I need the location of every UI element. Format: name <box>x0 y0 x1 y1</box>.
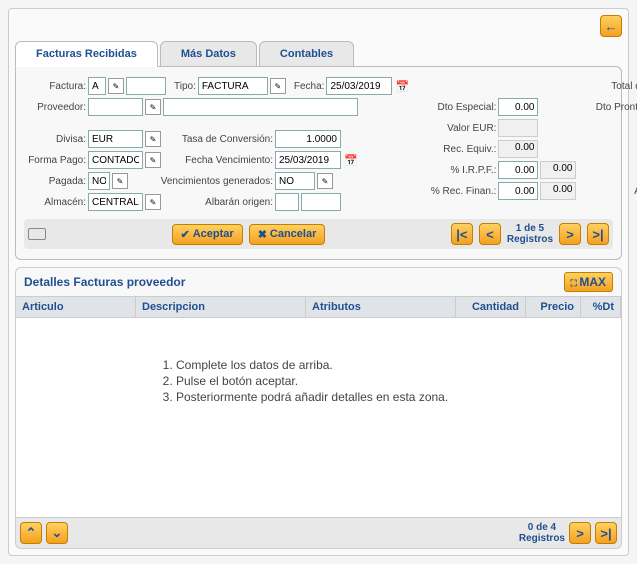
almacen-lookup-icon[interactable]: ✎ <box>145 194 161 210</box>
cancelar-button[interactable]: ✖Cancelar <box>249 224 326 245</box>
factura-serie-input[interactable] <box>88 77 106 95</box>
irpf-label: % I.R.P.F.: <box>420 165 496 176</box>
grid-next-button[interactable]: > <box>569 522 591 544</box>
valoreur-value <box>498 119 538 137</box>
keyboard-icon[interactable] <box>28 228 46 240</box>
recfinan-value: 0.00 <box>540 182 576 200</box>
tab-facturas-recibidas[interactable]: Facturas Recibidas <box>15 41 158 67</box>
tab-contables[interactable]: Contables <box>259 41 354 67</box>
factura-lookup-icon[interactable]: ✎ <box>108 78 124 94</box>
divisa-lookup-icon[interactable]: ✎ <box>145 131 161 147</box>
nav-prev-button[interactable]: < <box>479 223 501 245</box>
detail-title: Detalles Facturas proveedor <box>24 275 185 289</box>
factura-label: Factura: <box>24 81 86 92</box>
recequiv-value: 0.00 <box>498 140 538 158</box>
dtopp-label: Dto Pronto Pago: <box>586 102 637 113</box>
back-button[interactable]: ← <box>600 15 622 37</box>
albaran1-input[interactable] <box>275 193 299 211</box>
pagada-input[interactable] <box>88 172 110 190</box>
divisa-input[interactable] <box>88 130 143 148</box>
col-articulo[interactable]: Articulo <box>16 297 136 317</box>
vencgen-lookup-icon[interactable]: ✎ <box>317 173 333 189</box>
irpf-value: 0.00 <box>540 161 576 179</box>
scroll-down-button[interactable]: ⌄ <box>46 522 68 544</box>
grid-last-button[interactable]: >| <box>595 522 617 544</box>
tasa-label: Tasa de Conversión: <box>163 134 273 145</box>
formapago-lookup-icon[interactable]: ✎ <box>145 152 161 168</box>
nav-first-button[interactable]: |< <box>451 223 473 245</box>
totaldet-label: Total detalles: <box>586 81 637 92</box>
proveedor-name-input[interactable] <box>163 98 358 116</box>
pagada-label: Pagada: <box>24 176 86 187</box>
recfinan-input[interactable] <box>498 182 538 200</box>
divisa-label: Divisa: <box>24 134 86 145</box>
fecha-label: Fecha: <box>294 81 325 92</box>
proveedor-code-input[interactable] <box>88 98 143 116</box>
recfinan-label: % Rec. Finan.: <box>420 186 496 197</box>
nav-position: 1 de 5Registros <box>507 223 553 245</box>
tipo-input[interactable] <box>198 77 268 95</box>
base-label: Base: <box>586 123 637 134</box>
nav-next-button[interactable]: > <box>559 223 581 245</box>
dtoesp-label: Dto Especial: <box>420 102 496 113</box>
calendar-icon[interactable]: 📅 <box>343 152 359 168</box>
almacen-label: Almacén: <box>24 197 86 208</box>
almacen-input[interactable] <box>88 193 143 211</box>
col-cantidad[interactable]: Cantidad <box>456 297 526 317</box>
grid-body: Complete los datos de arriba. Pulse el b… <box>15 318 622 518</box>
formapago-input[interactable] <box>88 151 143 169</box>
fechavenc-label: Fecha Vencimiento: <box>163 155 273 166</box>
help-text: Pulse el botón aceptar. <box>176 374 601 388</box>
vencgen-input[interactable] <box>275 172 315 190</box>
tipo-label: Tipo: <box>174 81 196 92</box>
tasa-input[interactable] <box>275 130 341 148</box>
nav-last-button[interactable]: >| <box>587 223 609 245</box>
recequiv-label: Rec. Equiv.: <box>420 144 496 155</box>
vencgen-label: Vencimientos generados: <box>130 176 273 187</box>
total-label: Total: <box>586 165 637 176</box>
fecha-input[interactable] <box>326 77 392 95</box>
aceptar-button[interactable]: ✔Aceptar <box>172 224 243 245</box>
fechavenc-input[interactable] <box>275 151 341 169</box>
col-precio[interactable]: Precio <box>526 297 581 317</box>
proveedor-label: Proveedor: <box>24 102 86 113</box>
dtoesp-input[interactable] <box>498 98 538 116</box>
maximize-button[interactable]: ⛶ MAX <box>564 272 613 292</box>
col-atributos[interactable]: Atributos <box>306 297 456 317</box>
calendar-icon[interactable]: 📅 <box>394 78 410 94</box>
grid-position: 0 de 4Registros <box>519 522 565 544</box>
tipo-lookup-icon[interactable]: ✎ <box>270 78 286 94</box>
valoreur-label: Valor EUR: <box>420 123 496 134</box>
pagada-lookup-icon[interactable]: ✎ <box>112 173 128 189</box>
proveedor-lookup-icon[interactable]: ✎ <box>145 99 161 115</box>
irpf-input[interactable] <box>498 161 538 179</box>
tab-mas-datos[interactable]: Más Datos <box>160 41 257 67</box>
help-text: Posteriormente podrá añadir detalles en … <box>176 390 601 404</box>
iva-label: I.V.A.: <box>586 144 637 155</box>
factura-num-input[interactable] <box>126 77 166 95</box>
albaran-label: Albarán origen: <box>163 197 273 208</box>
scroll-up-button[interactable]: ⌃ <box>20 522 42 544</box>
albaran2-input[interactable] <box>301 193 341 211</box>
help-text: Complete los datos de arriba. <box>176 358 601 372</box>
grid-header: Articulo Descripcion Atributos Cantidad … <box>15 297 622 318</box>
anticipo-label: Anticipo: <box>586 186 637 197</box>
col-dt[interactable]: %Dt <box>581 297 621 317</box>
formapago-label: Forma Pago: <box>24 155 86 166</box>
col-descripcion[interactable]: Descripcion <box>136 297 306 317</box>
